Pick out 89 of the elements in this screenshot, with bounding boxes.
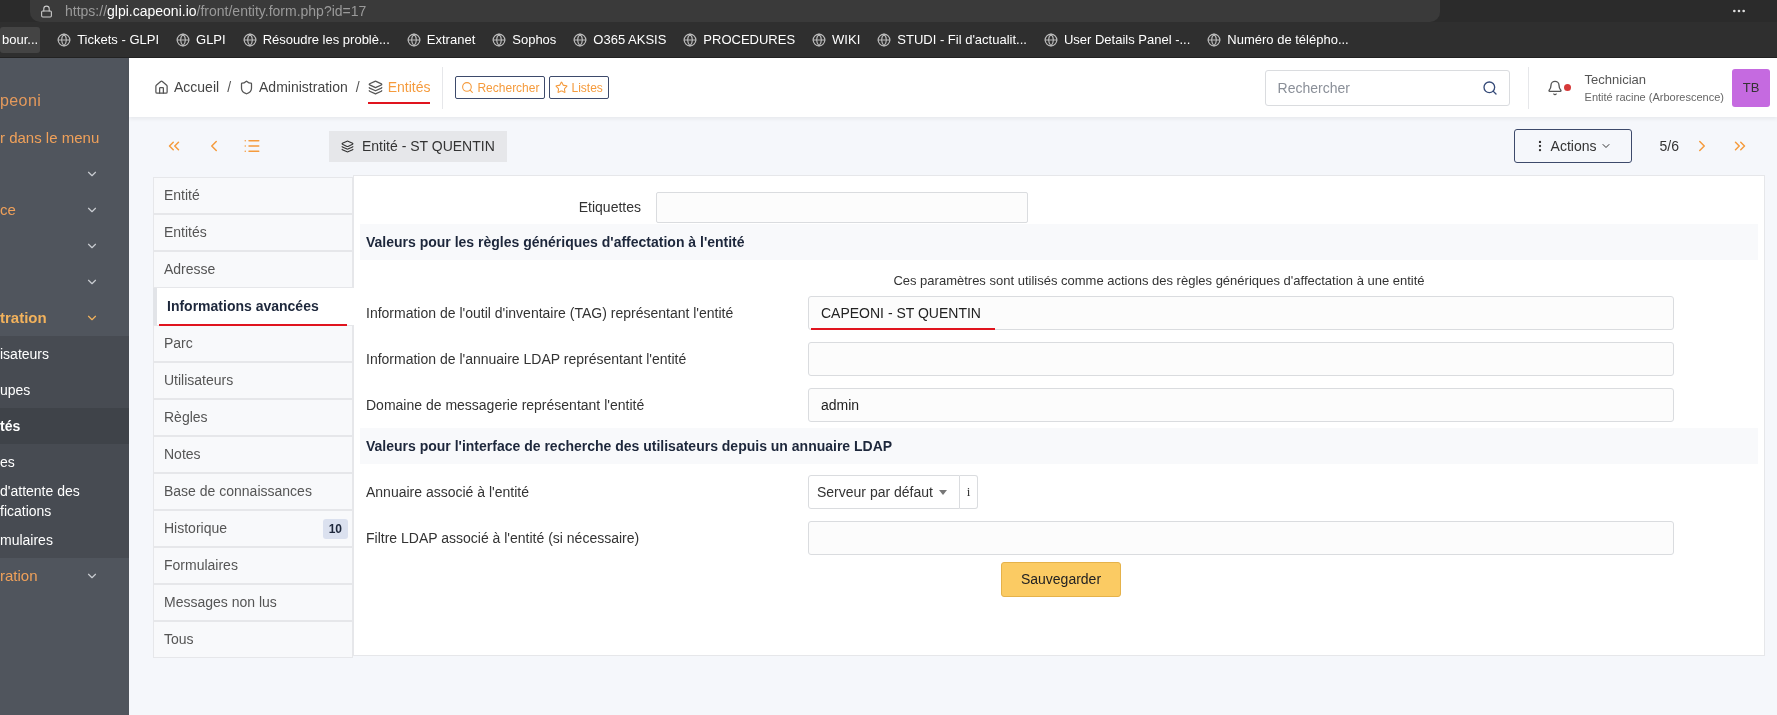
bookmark[interactable]: Sophos — [492, 29, 557, 50]
bookmark[interactable]: bour... — [0, 26, 41, 53]
actions-button[interactable]: Actions — [1513, 129, 1632, 163]
tab[interactable]: Entité — [153, 177, 353, 214]
site-icon — [573, 32, 588, 47]
tab[interactable]: Tous — [153, 621, 353, 658]
logo-text: peoni — [0, 91, 42, 111]
menu-item[interactable]: isateurs — [0, 336, 129, 372]
menu-item[interactable]: d'attente des fications — [0, 480, 129, 522]
field-label: Information de l'outil d'inventaire (TAG) représentant l'entité — [365, 303, 735, 323]
section-header: Valeurs pour les règles génériques d'affectation à l'entité — [360, 224, 1758, 260]
menu-item[interactable]: tés — [0, 408, 129, 444]
notification-bell-icon[interactable] — [1546, 78, 1571, 97]
list-icon[interactable] — [243, 137, 261, 155]
tab[interactable]: Parc — [153, 325, 353, 362]
user-entity: Entité racine (Arborescence) — [1584, 90, 1724, 105]
search-icon — [1481, 79, 1498, 96]
tab[interactable]: Utilisateurs — [153, 362, 353, 399]
address-bar[interactable]: https://glpi.capeoni.io/front/entity.form.php?id=17 — [30, 0, 1440, 22]
breadcrumb-separator: / — [355, 78, 360, 97]
tab[interactable]: Entités — [153, 214, 353, 251]
site-icon — [683, 32, 698, 47]
record-position: 5/6 — [1659, 136, 1679, 156]
tab[interactable]: Notes — [153, 436, 353, 473]
menu-group[interactable]: tration — [0, 300, 129, 336]
field-label: Filtre LDAP associé à l'entité (si nécessaire) — [365, 528, 641, 548]
text-field[interactable]: CAPEONI - ST QUENTIN — [808, 296, 1674, 330]
home-icon — [154, 80, 169, 95]
bookmark[interactable]: STUDI - Fil d'actualit... — [877, 29, 1027, 50]
count-badge: 10 — [322, 518, 348, 539]
breadcrumb-link[interactable]: Accueil — [154, 77, 220, 98]
save-button[interactable]: Sauvegarder — [1001, 562, 1121, 597]
menu-group[interactable]: ce — [0, 192, 129, 228]
site-icon — [812, 32, 827, 47]
bookmark[interactable]: Tickets - GLPI — [57, 29, 159, 50]
tab[interactable]: Règles — [153, 399, 353, 436]
site-icon — [1207, 32, 1222, 47]
bookmark[interactable]: Numéro de télépho... — [1207, 29, 1349, 50]
section-note: Ces paramètres sont utilisés comme actions des règles génériques d'affectation à une entité — [892, 271, 1426, 290]
menu-item[interactable]: mulaires — [0, 522, 129, 558]
bookmark[interactable]: GLPI — [176, 29, 226, 50]
user-name: Technician — [1584, 70, 1648, 89]
section-header: Valeurs pour l'interface de recherche des utilisateurs depuis un annuaire LDAP — [360, 428, 1758, 464]
bookmark[interactable]: WIKI — [812, 29, 861, 50]
text-field[interactable] — [808, 342, 1674, 376]
user-avatar[interactable]: TB — [1732, 68, 1770, 107]
bookmark[interactable]: PROCEDURES — [683, 29, 796, 50]
search-icon — [461, 81, 475, 94]
bookmark[interactable]: Extranet — [406, 29, 476, 50]
menu-group[interactable]: ration — [0, 558, 129, 594]
shield-icon — [239, 80, 255, 95]
record-title: Entité - ST QUENTIN — [329, 130, 507, 162]
field-label: Domaine de messagerie représentant l'entité — [365, 395, 646, 415]
bookmark[interactable]: User Details Panel -... — [1043, 29, 1191, 50]
search-field[interactable]: Rechercher — [1264, 69, 1510, 106]
field-label: Information de l'annuaire LDAP représentant l'entité — [365, 349, 688, 369]
text-field[interactable] — [808, 521, 1674, 555]
tags-field[interactable] — [656, 192, 1028, 223]
select-field[interactable]: Serveur par défaut — [808, 475, 960, 509]
annotation-underline — [367, 102, 431, 104]
breadcrumb-link[interactable]: Administration — [239, 77, 348, 98]
menu-item[interactable]: es — [0, 444, 129, 480]
layers-icon — [341, 139, 354, 153]
layers-icon — [367, 80, 383, 95]
tab[interactable]: Historique 10 — [153, 510, 353, 547]
site-icon — [877, 32, 892, 47]
field-label: Annuaire associé à l'entité — [365, 482, 530, 502]
bookmark[interactable]: O365 AKSIS — [573, 29, 667, 50]
field-label: Etiquettes — [577, 198, 641, 217]
site-icon — [406, 32, 421, 47]
menu-item[interactable]: upes — [0, 372, 129, 408]
search-menu-link[interactable]: r dans le menu — [0, 120, 129, 156]
tab[interactable]: Adresse — [153, 251, 353, 288]
lock-icon — [40, 4, 53, 18]
dropdown-caret-icon — [938, 489, 947, 495]
site-icon — [57, 32, 72, 47]
site-icon — [492, 32, 507, 47]
site-icon — [1043, 32, 1058, 47]
text-field[interactable]: admin — [808, 388, 1674, 422]
tab[interactable]: Informations avancées — [153, 288, 354, 325]
tab[interactable]: Base de connaissances — [153, 473, 353, 510]
star-icon — [555, 81, 569, 94]
tab[interactable]: Formulaires — [153, 547, 353, 584]
breadcrumb-separator: / — [227, 78, 232, 97]
site-icon — [176, 32, 190, 47]
site-icon — [242, 32, 257, 47]
info-button[interactable]: i — [960, 475, 978, 509]
tab[interactable]: Messages non lus — [153, 584, 353, 621]
bookmark[interactable]: Résoudre les problè... — [242, 29, 390, 50]
